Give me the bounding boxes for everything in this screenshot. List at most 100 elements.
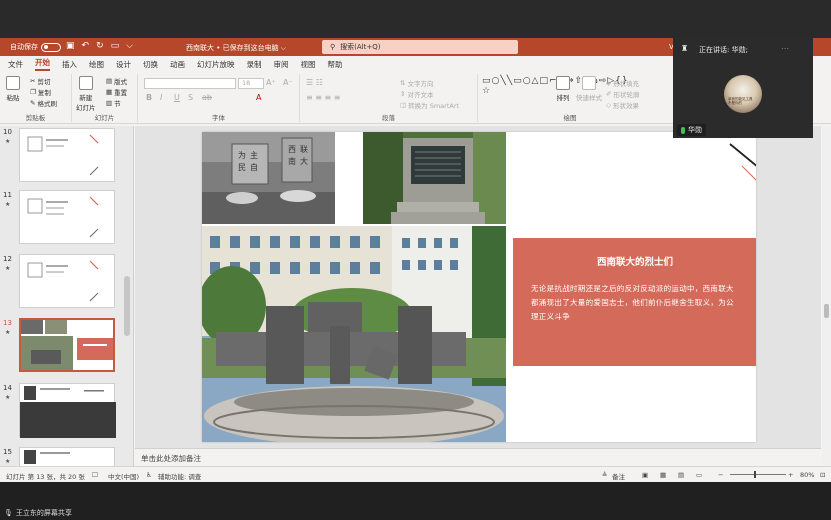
tab-insert[interactable]: 插入 [62,59,77,70]
slide-editing-area: 为民主自 西南联大 西南联大的烈士们 无论是抗战时期还是之后的反对反动派的运动中… [135,126,821,448]
notes-toggle-button[interactable]: 备注 [612,471,625,481]
speaker-name-chip: 华勋 [677,124,706,136]
copy-button[interactable]: ❐ 复制 [30,87,51,97]
quick-styles-icon [582,76,596,90]
panel-options-icon[interactable]: ⋯ [781,44,789,53]
slide-thumbnails-pane[interactable]: 10 ★ 11 ★ 12 ★ 13 ★ 14 ★ 15 ★ [0,126,134,466]
align-text-button[interactable]: ⇕ 对齐文本 [400,89,433,99]
zoom-out-icon[interactable]: − [718,471,723,479]
tab-review[interactable]: 审阅 [274,59,289,70]
svg-text:民: 民 [238,163,246,172]
format-painter-button[interactable]: ✎ 格式刷 [30,98,57,108]
paste-icon [6,76,20,90]
undo-icon[interactable]: ↶ [82,41,90,51]
tab-transitions[interactable]: 切换 [143,59,158,70]
accessibility-status[interactable]: 辅助功能: 调查 [158,471,201,481]
bullets-icon[interactable]: ☰ ☷ [306,78,323,87]
smartart-button[interactable]: ◫ 转换为 SmartArt [400,100,459,110]
zoom-in-icon[interactable]: + [788,471,793,479]
slide-body[interactable]: 无论是抗战时期还是之后的反对反动派的运动中，西南联大都涌现出了大量的爱国志士，他… [531,282,739,324]
text-direction-button[interactable]: ⇅ 文字方向 [400,78,433,88]
shape-fill-button[interactable]: ◈ 形状填充 [606,78,639,88]
slide-thumbnail-10[interactable] [19,128,115,182]
current-slide[interactable]: 为民主自 西南联大 西南联大的烈士们 无论是抗战时期还是之后的反对反动派的运动中… [202,132,756,442]
italic-button[interactable]: I [160,93,162,102]
bold-button[interactable]: B [146,93,152,102]
font-size-box[interactable]: 18 [238,78,264,89]
layout-button[interactable]: ▤ 版式 [106,76,127,86]
tab-design[interactable]: 设计 [116,59,131,70]
slide-thumbnail-15[interactable] [19,447,115,466]
photo-memorial-monument[interactable] [202,226,506,442]
paste-button[interactable]: 粘贴 [6,76,20,102]
align-text-icon: ⇕ [400,90,406,98]
shape-outline-button[interactable]: ✐ 形状轮廓 [606,89,639,99]
thumbnails-scrollbar[interactable] [124,276,130,336]
reset-button[interactable]: ▦ 重置 [106,87,127,97]
tab-record[interactable]: 录制 [247,59,262,70]
redo-icon[interactable]: ↻ [96,41,104,51]
language-indicator[interactable]: 中文(中国) [108,471,139,481]
tab-view[interactable]: 视图 [301,59,316,70]
font-color-button[interactable]: A [256,93,261,102]
tab-animations[interactable]: 动画 [170,59,185,70]
mic-active-icon [681,126,685,134]
strikethrough-button[interactable]: ab [202,93,212,102]
group-label: 绘图 [563,114,577,122]
section-button[interactable]: ▥ 节 [106,98,121,108]
tab-file[interactable]: 文件 [8,59,23,70]
photo-stone-carving[interactable]: 为民主自 西南联大 [202,132,335,224]
zoom-level[interactable]: 80% [800,471,814,479]
autosave[interactable]: 自动保存 [10,42,61,52]
shadow-button[interactable]: S [188,93,193,102]
arrange-button[interactable]: 排列 [556,76,570,102]
fill-icon: ◈ [606,79,611,87]
slide-heading[interactable]: 西南联大的烈士们 [531,254,739,268]
customize-icon[interactable]: ⌵ [126,41,133,51]
fit-slide-icon[interactable]: ⊡ [820,471,825,479]
slide-thumbnail-14[interactable] [19,383,116,438]
underline-button[interactable]: U [174,93,180,102]
slideshow-icon[interactable]: ▭ [696,471,702,479]
avatar-text: 拿我的能见工具 不是你的 [728,97,753,105]
svg-text:自: 自 [250,162,258,172]
shape-effects-button[interactable]: ◇ 形状效果 [606,100,639,110]
scroll-thumb[interactable] [824,304,829,318]
tab-draw[interactable]: 绘图 [89,59,104,70]
cut-button[interactable]: ✂ 剪切 [30,76,50,86]
zoom-slider[interactable] [730,474,786,475]
avatar: 拿我的能见工具 不是你的 [724,75,762,113]
document-title[interactable]: 西南联大 • 已保存到这台电脑 ⌵ [186,43,286,53]
new-slide-button[interactable]: 新建 幻灯片 [76,76,96,112]
screen-share-label: 🎙 王立东的屏幕共享 [4,509,72,517]
speaker-panel[interactable]: ♜ 正在讲话: 华勋; ⋯ 拿我的能见工具 不是你的 华勋 [673,38,813,138]
font-family-box[interactable] [144,78,236,89]
autosave-toggle[interactable] [41,42,61,52]
save-icon[interactable]: ▣ [66,41,75,51]
tab-help[interactable]: 帮助 [328,59,343,70]
tab-home[interactable]: 开始 [35,57,50,71]
spellcheck-icon[interactable]: ☐ [92,471,98,479]
notes-pane[interactable]: 单击此处添加备注 [135,448,821,466]
thumb-star-icon: ★ [5,138,11,145]
grow-font-icon[interactable]: A⁺ [266,78,276,87]
photo-memorial-plaque[interactable] [363,132,506,224]
slide-thumbnail-11[interactable] [19,190,115,244]
slide-thumbnail-12[interactable] [19,254,115,308]
zoom-slider-thumb[interactable] [754,471,756,478]
slide-sorter-icon[interactable]: ▦ [660,471,666,479]
reading-view-icon[interactable]: ▤ [678,471,684,479]
svg-text:联: 联 [300,145,308,154]
tab-slideshow[interactable]: 幻灯片放映 [197,59,235,70]
present-icon[interactable]: ▭ [111,41,120,51]
quick-styles-button[interactable]: 快速样式 [576,76,602,102]
shapes-gallery[interactable]: ▭○╲╲▭○△□⌐↳⇒⇧⬠⌂⇨▷{}☆ [482,76,628,96]
text-box-red[interactable]: 西南联大的烈士们 无论是抗战时期还是之后的反对反动派的运动中，西南联大都涌现出了… [513,238,756,366]
slide-thumbnail-13-selected[interactable] [19,318,115,372]
search-box[interactable]: ⚲ 搜索(Alt+Q) [322,40,518,54]
reset-icon: ▦ [106,88,113,96]
align-icons[interactable]: ≡ ≡ ≡ ≡ [306,93,340,102]
normal-view-icon[interactable]: ▣ [642,471,648,479]
editor-scrollbar[interactable] [822,126,831,466]
shrink-font-icon[interactable]: A⁻ [283,78,293,87]
